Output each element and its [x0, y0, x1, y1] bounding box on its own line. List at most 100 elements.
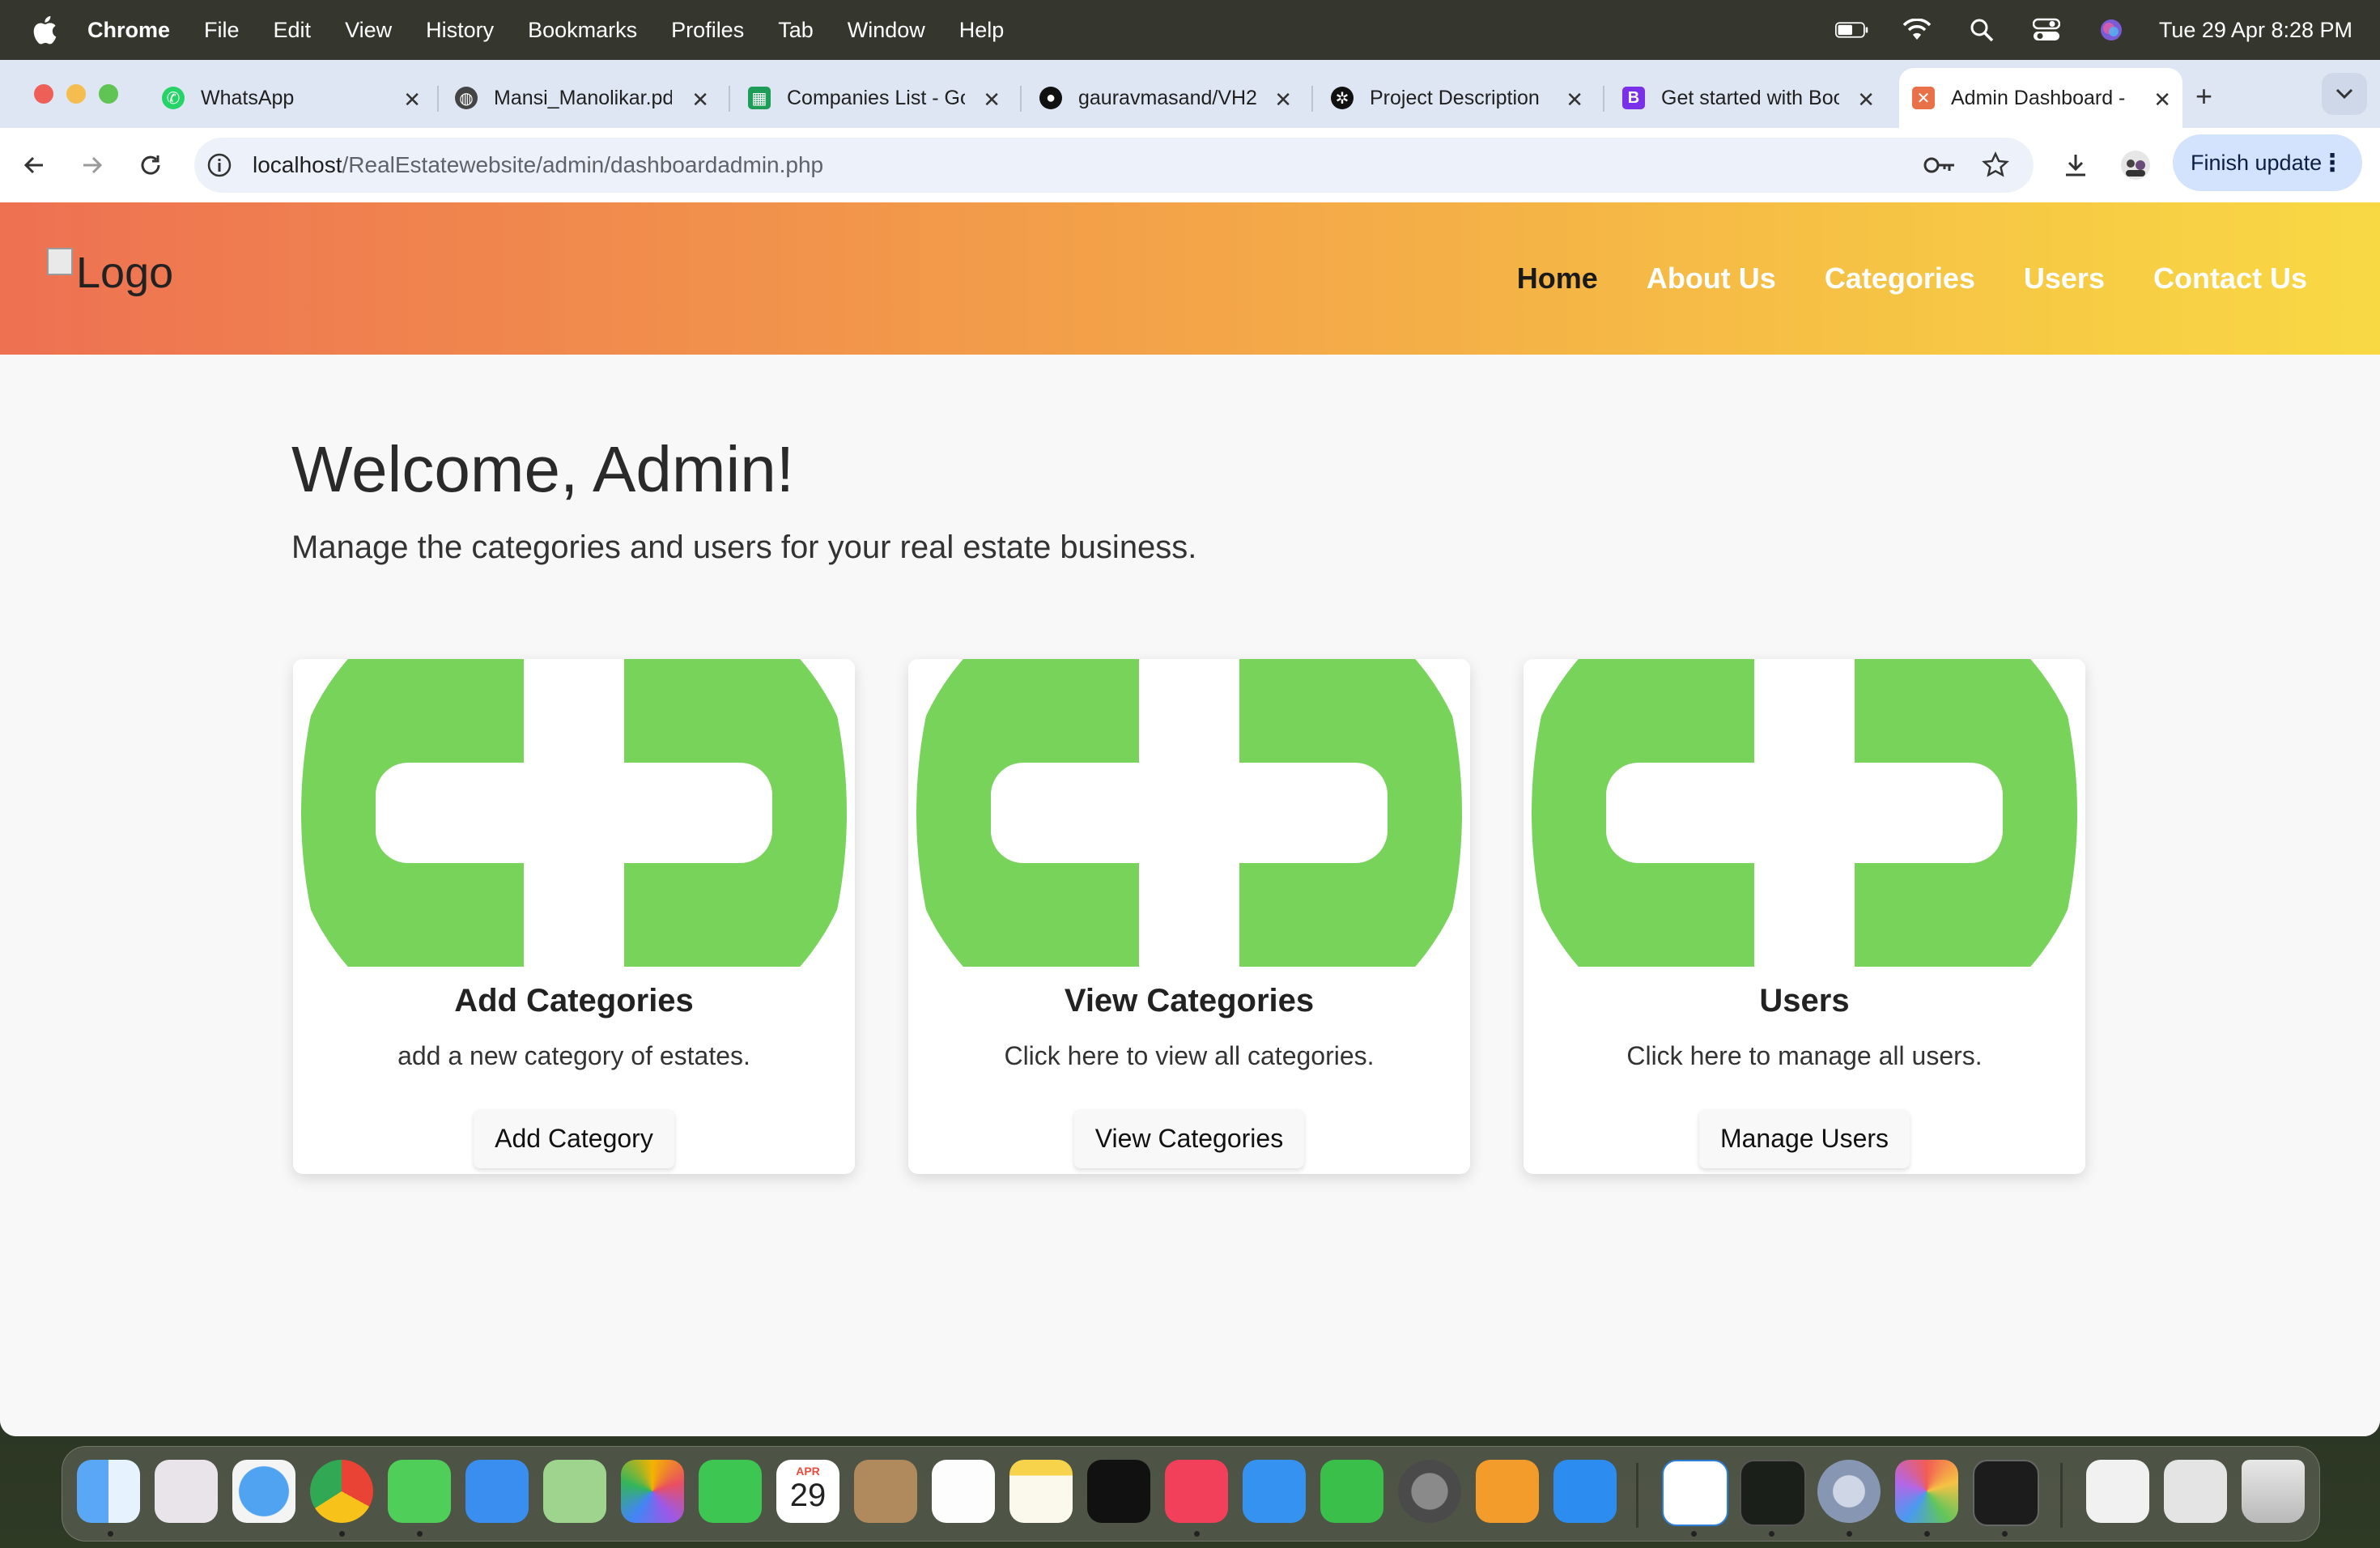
menu-view[interactable]: View — [345, 18, 392, 43]
appletv-icon[interactable] — [1087, 1460, 1150, 1523]
close-tab-icon[interactable]: ✕ — [2153, 87, 2171, 113]
tab-search-button[interactable] — [2322, 73, 2367, 115]
close-window-button[interactable] — [34, 84, 53, 104]
pages-icon[interactable] — [1476, 1460, 1539, 1523]
address-bar[interactable]: localhost/RealEstatewebsite/admin/dashbo… — [194, 138, 2034, 193]
tab-pdf[interactable]: ◍ Mansi_Manolikar.pdf ✕ — [455, 68, 709, 128]
close-tab-icon[interactable]: ✕ — [1857, 87, 1875, 113]
terminal-icon[interactable] — [1973, 1460, 2039, 1526]
launchpad-icon[interactable] — [155, 1460, 218, 1523]
new-tab-icon[interactable]: + — [2195, 79, 2212, 113]
battery-icon[interactable] — [1834, 18, 1869, 42]
activity-monitor-icon[interactable] — [1740, 1460, 1806, 1526]
card-add-categories: Add Categories add a new category of est… — [293, 659, 855, 1174]
maps-icon[interactable] — [543, 1460, 606, 1523]
manage-users-button[interactable]: Manage Users — [1698, 1109, 1910, 1168]
menu-file[interactable]: File — [204, 18, 240, 43]
close-tab-icon[interactable]: ✕ — [691, 87, 709, 113]
menu-history[interactable]: History — [426, 18, 494, 43]
minimize-window-button[interactable] — [66, 84, 86, 104]
system-prefs-icon[interactable] — [1817, 1460, 1881, 1523]
contacts-icon[interactable] — [854, 1460, 917, 1523]
nav-categories[interactable]: Categories — [1825, 262, 1975, 296]
calendar-icon[interactable]: APR 29 — [776, 1460, 839, 1523]
tab-separator — [729, 86, 730, 112]
download-icon — [2066, 155, 2085, 176]
appstore-icon[interactable] — [1553, 1460, 1617, 1523]
card-description: add a new category of estates. — [397, 1041, 750, 1070]
menu-help[interactable]: Help — [959, 18, 1005, 43]
tab-whatsapp[interactable]: ✆ WhatsApp ✕ — [162, 68, 421, 128]
whatsapp-icon: ✆ — [162, 87, 185, 109]
tab-label: Admin Dashboard - — [1951, 86, 2126, 109]
reload-button[interactable] — [134, 149, 167, 181]
nav-home[interactable]: Home — [1517, 262, 1598, 296]
spotlight-search-icon[interactable] — [1965, 18, 1999, 42]
back-button[interactable] — [18, 149, 50, 181]
tab-separator — [1311, 86, 1313, 112]
running-indicator — [1924, 1531, 1930, 1537]
photos-icon[interactable] — [621, 1460, 684, 1523]
finish-update-button[interactable]: Finish update ⋮ — [2173, 134, 2362, 191]
arrow-right-icon — [83, 156, 103, 174]
site-nav: Home About Us Categories Users Contact U… — [1517, 202, 2307, 355]
close-tab-icon[interactable]: ✕ — [403, 87, 421, 113]
tab-github[interactable]: ● gauravmasand/VH2 ✕ — [1039, 68, 1292, 128]
menu-tab[interactable]: Tab — [778, 18, 814, 43]
nav-users[interactable]: Users — [2024, 262, 2105, 296]
notes-icon[interactable] — [1009, 1460, 1073, 1523]
close-tab-icon[interactable]: ✕ — [1566, 87, 1583, 113]
chrome-icon[interactable] — [310, 1460, 373, 1523]
tab-bootstrap[interactable]: B Get started with Bootstrap ✕ — [1622, 68, 1875, 128]
siri-icon[interactable] — [2094, 18, 2128, 42]
xampp-icon: ✕ — [1912, 87, 1935, 109]
window-controls — [34, 84, 118, 104]
settings-icon[interactable] — [1398, 1460, 1461, 1523]
more-menu-icon[interactable]: ⋮ — [2320, 149, 2344, 177]
broken-image-icon — [47, 248, 73, 275]
reminders-icon[interactable] — [932, 1460, 995, 1523]
menu-edit[interactable]: Edit — [274, 18, 312, 43]
bookmark-star-icon[interactable] — [1982, 151, 2009, 179]
trash-icon[interactable] — [2242, 1460, 2305, 1523]
documents-icon[interactable] — [2086, 1460, 2149, 1523]
view-categories-button[interactable]: View Categories — [1073, 1109, 1305, 1168]
nav-contact-us[interactable]: Contact Us — [2153, 262, 2307, 296]
preview-icon[interactable] — [2164, 1460, 2227, 1523]
card-title: Users — [1759, 983, 1850, 1019]
profile-avatar[interactable] — [2119, 149, 2152, 181]
facetime-icon[interactable] — [699, 1460, 762, 1523]
add-category-button[interactable]: Add Category — [474, 1109, 674, 1168]
close-tab-icon[interactable]: ✕ — [1274, 87, 1292, 113]
keynote-icon[interactable] — [1243, 1460, 1306, 1523]
close-tab-icon[interactable]: ✕ — [983, 87, 1001, 113]
music-icon[interactable] — [1165, 1460, 1228, 1523]
menu-window[interactable]: Window — [848, 18, 925, 43]
tab-project-description[interactable]: ✲ Project Description ✕ — [1331, 68, 1583, 128]
site-logo[interactable]: Logo — [47, 248, 173, 298]
tab-label: Project Description — [1370, 86, 1540, 109]
apple-icon[interactable] — [29, 14, 58, 46]
menu-bookmarks[interactable]: Bookmarks — [528, 18, 637, 43]
messages-icon[interactable] — [388, 1460, 451, 1523]
nav-about-us[interactable]: About Us — [1647, 262, 1776, 296]
downloads-button[interactable] — [2059, 149, 2092, 181]
forward-button[interactable] — [76, 149, 108, 181]
control-center-icon[interactable] — [2029, 18, 2063, 42]
menu-app-name[interactable]: Chrome — [87, 18, 170, 43]
safari-icon[interactable] — [232, 1460, 295, 1523]
password-key-icon[interactable] — [1923, 155, 1956, 176]
tab-admin-dashboard[interactable]: ✕ Admin Dashboard - ✕ — [1899, 68, 2182, 128]
finder-icon[interactable] — [77, 1460, 140, 1523]
mail-icon[interactable] — [465, 1460, 529, 1523]
xcode-icon[interactable] — [1895, 1460, 1958, 1523]
site-info-icon[interactable] — [206, 151, 233, 179]
vscode-icon[interactable] — [1662, 1460, 1728, 1526]
tab-sheets[interactable]: ▦ Companies List - Google Sheets ✕ — [748, 68, 1001, 128]
zoom-window-button[interactable] — [99, 84, 118, 104]
menu-clock[interactable]: Tue 29 Apr 8:28 PM — [2159, 18, 2352, 43]
numbers-icon[interactable] — [1320, 1460, 1383, 1523]
menu-profiles[interactable]: Profiles — [671, 18, 744, 43]
url-text[interactable]: localhost/RealEstatewebsite/admin/dashbo… — [253, 152, 823, 178]
wifi-icon[interactable] — [1900, 18, 1934, 42]
